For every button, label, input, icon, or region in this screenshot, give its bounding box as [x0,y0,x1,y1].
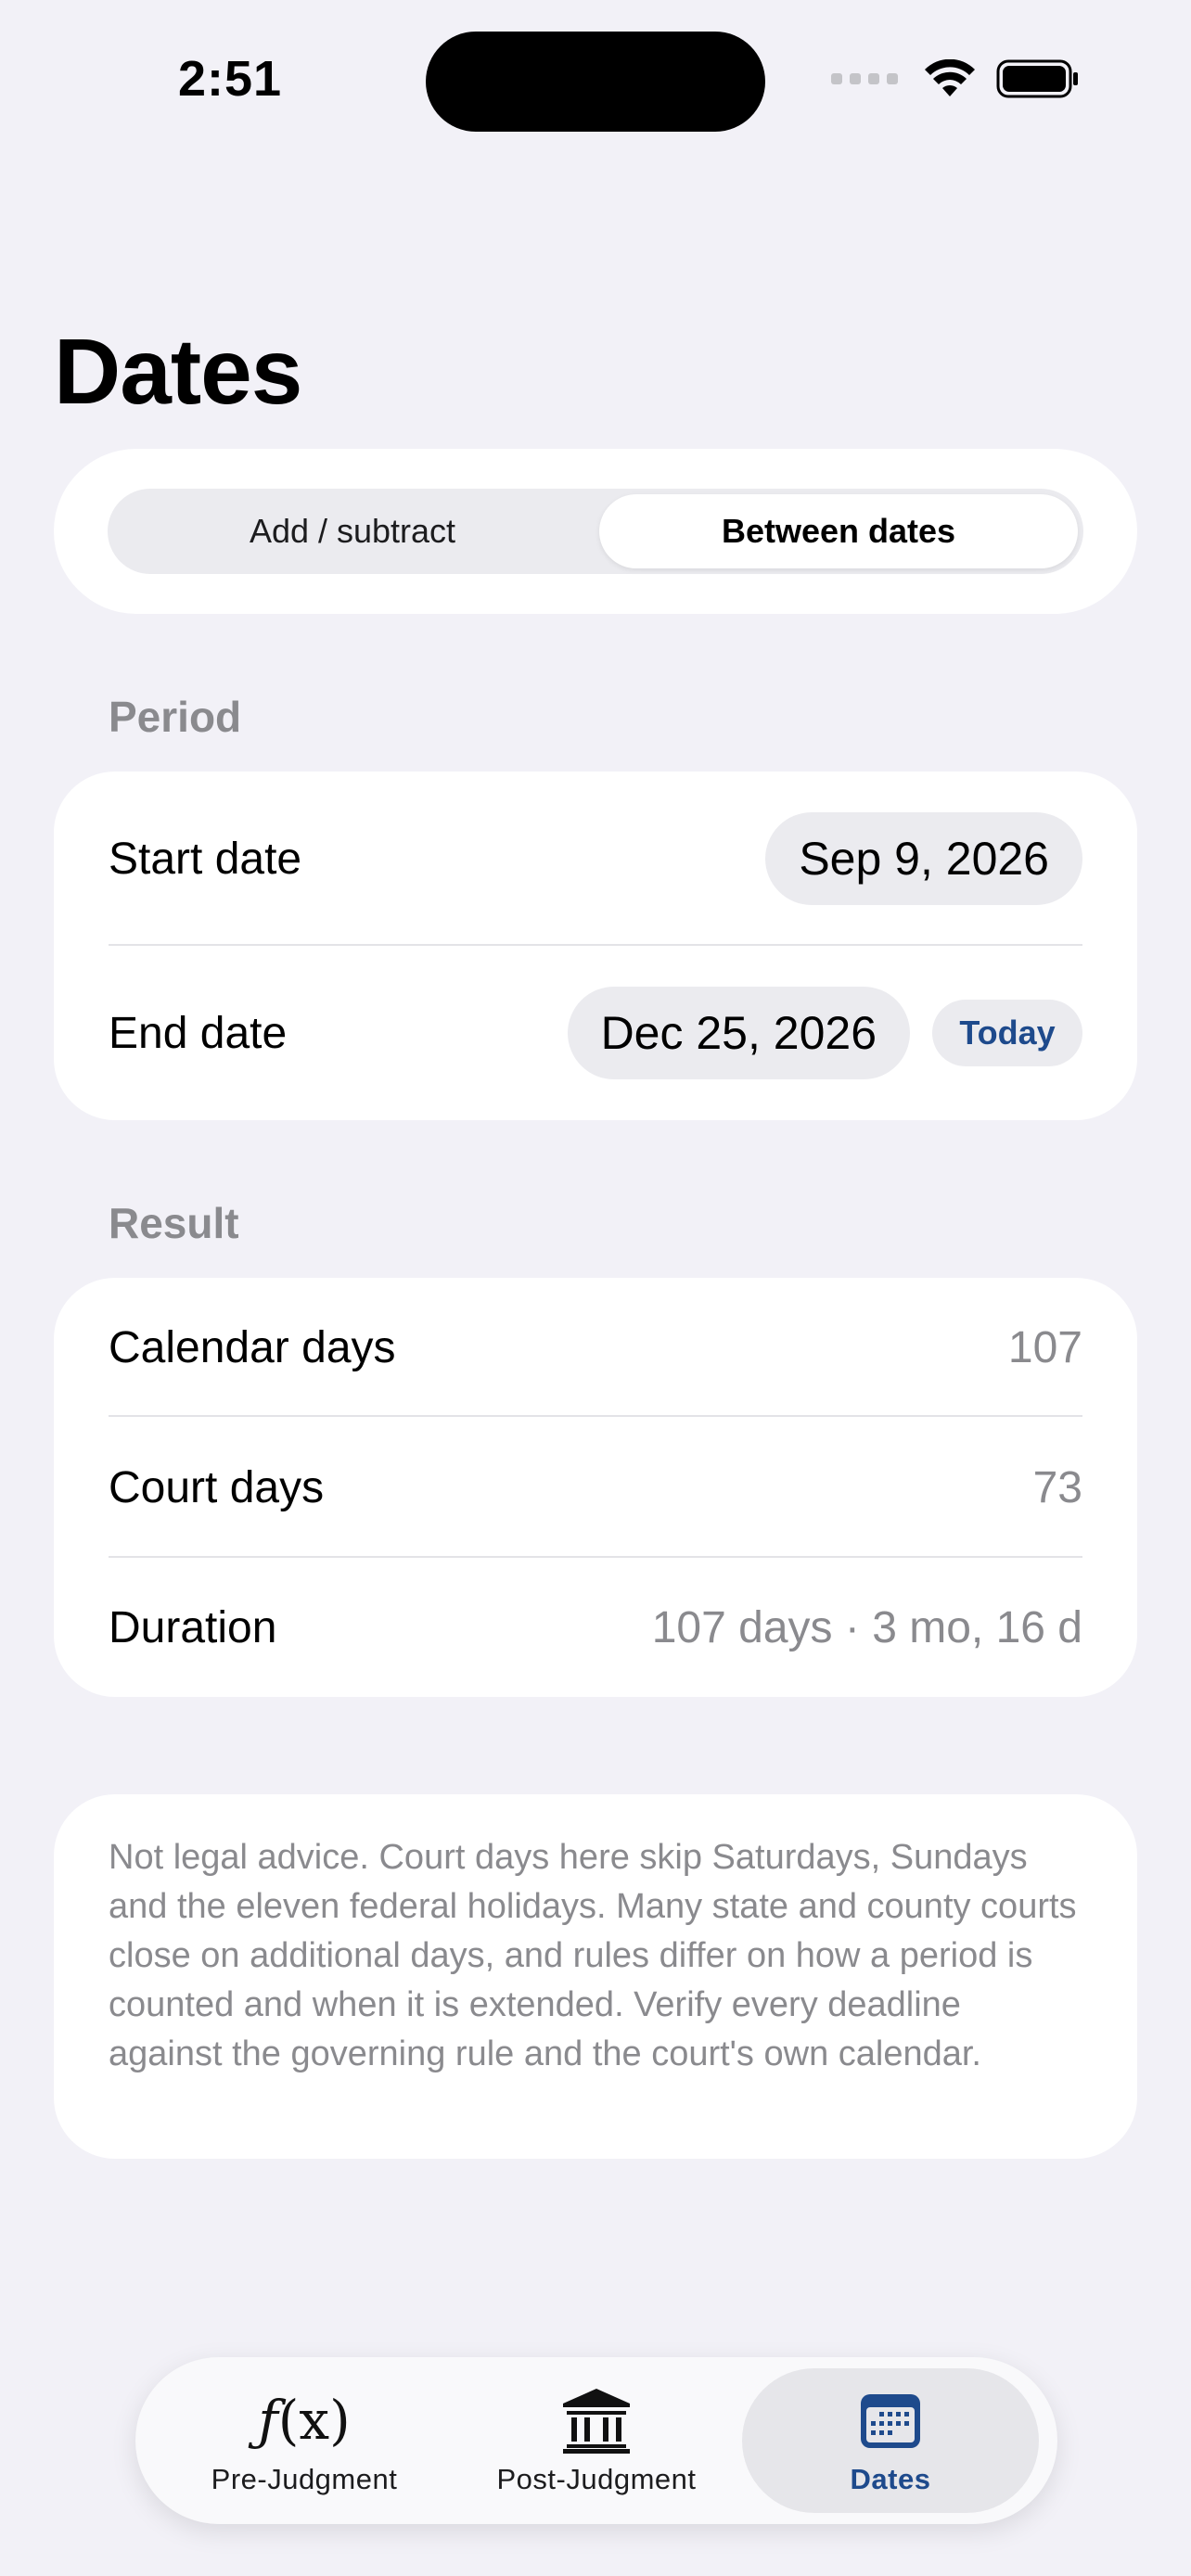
result-row-court-days: Court days 73 [109,1417,1082,1558]
divider [109,944,1082,946]
result-value: 107 days · 3 mo, 16 d [651,1602,1082,1652]
status-time: 2:51 [178,51,283,107]
tab-post-judgment[interactable]: Post-Judgment [448,2368,745,2513]
tab-label: Dates [850,2463,931,2495]
result-card: Calendar days 107 Court days 73 Duration… [54,1278,1137,1697]
tab-label: Pre-Judgment [211,2463,398,2495]
start-date-label: Start date [109,834,302,884]
result-value: 73 [1032,1462,1082,1512]
end-date-controls: Dec 25, 2026 Today [567,987,1082,1079]
end-date-row: End date Dec 25, 2026 Today [109,987,1082,1079]
end-date-picker[interactable]: Dec 25, 2026 [567,987,910,1079]
tab-label: Post-Judgment [496,2463,697,2495]
result-row-duration: Duration 107 days · 3 mo, 16 d [109,1558,1082,1697]
dynamic-island [426,32,765,132]
today-button[interactable]: Today [932,1000,1082,1066]
section-label-result: Result [109,1199,239,1247]
segment-between-dates[interactable]: Between dates [599,494,1078,568]
tab-bar: ƒ(x) Pre-Judgment Post-Judgment Dates [135,2357,1057,2524]
courthouse-icon [561,2385,632,2455]
result-value: 107 [1007,1322,1082,1372]
result-label: Court days [109,1462,325,1512]
calendar-icon [859,2385,922,2455]
disclaimer-text: Not legal advice. Court days here skip S… [109,1838,1077,2073]
result-label: Calendar days [109,1322,396,1372]
section-label-period: Period [109,693,242,741]
cellular-signal-icon [831,73,898,84]
start-date-picker[interactable]: Sep 9, 2026 [765,812,1082,905]
function-icon: ƒ(x) [258,2389,351,2452]
status-icons [831,59,1080,98]
result-row-calendar-days: Calendar days 107 [109,1278,1082,1417]
mode-selector-card: Add / subtract Between dates [54,449,1137,614]
end-date-label: End date [109,1008,288,1058]
segment-add-subtract[interactable]: Add / subtract [113,494,592,568]
tab-pre-judgment[interactable]: ƒ(x) Pre-Judgment [156,2368,453,2513]
disclaimer-card: Not legal advice. Court days here skip S… [54,1794,1137,2159]
start-date-row: Start date Sep 9, 2026 [109,812,1082,905]
battery-icon [996,59,1078,98]
tab-dates[interactable]: Dates [742,2368,1039,2513]
period-card: Start date Sep 9, 2026 End date Dec 25, … [54,772,1137,1120]
screen: 2:51 Dates Add / subtract Between dates … [0,0,1191,2576]
segmented-control: Add / subtract Between dates [108,489,1083,574]
wifi-icon [925,59,975,96]
page-title: Dates [54,320,302,424]
result-label: Duration [109,1602,277,1652]
